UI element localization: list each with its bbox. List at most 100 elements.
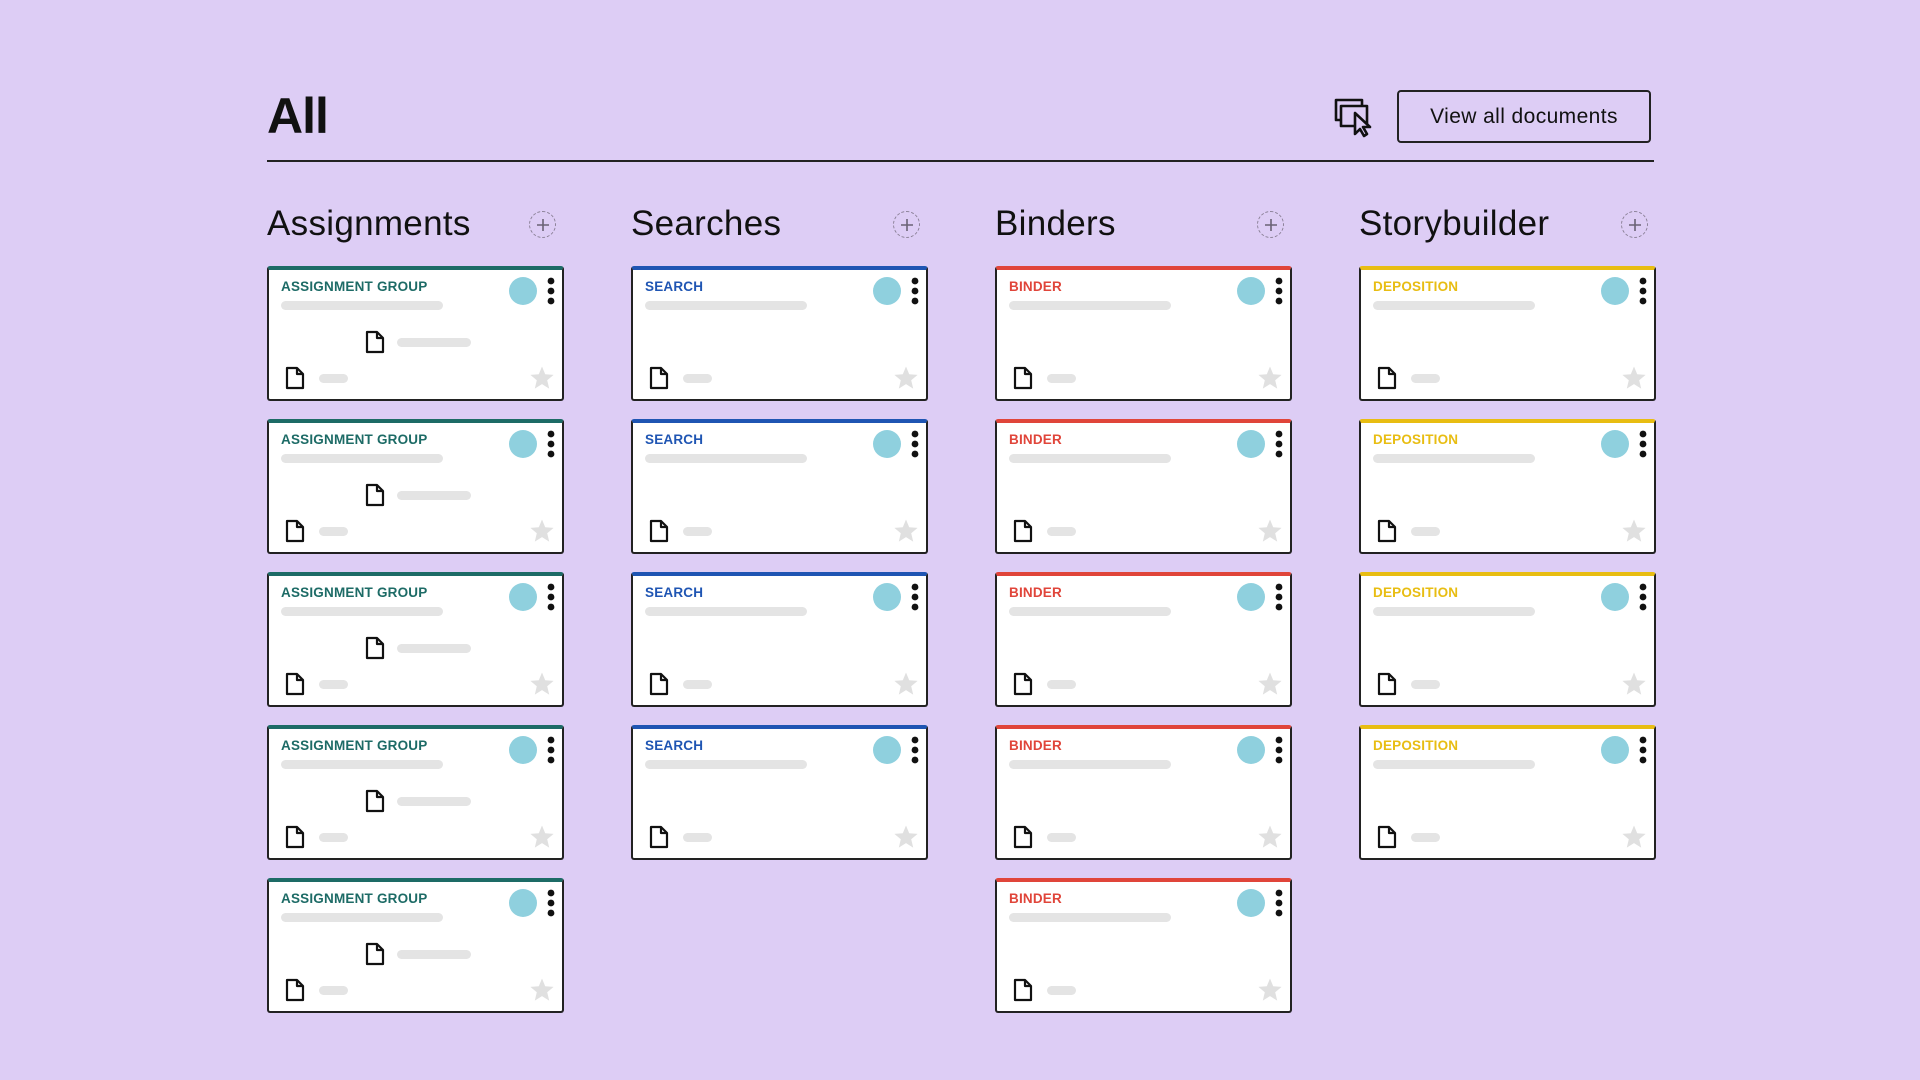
count-placeholder <box>319 833 348 842</box>
avatar <box>1237 430 1265 458</box>
more-vertical-icon[interactable] <box>909 277 921 307</box>
binders-card[interactable]: BINDER <box>995 572 1292 707</box>
more-vertical-icon[interactable] <box>909 736 921 766</box>
card-type-label: BINDER <box>1009 585 1062 600</box>
avatar <box>1601 430 1629 458</box>
add-storybuilder-button[interactable] <box>1621 211 1648 238</box>
star-icon[interactable] <box>1621 365 1647 391</box>
subtitle-placeholder <box>397 797 471 806</box>
assignments-card[interactable]: ASSIGNMENT GROUP <box>267 266 564 401</box>
title-placeholder <box>645 607 807 616</box>
present-to-screen-icon[interactable] <box>1333 96 1375 138</box>
title-placeholder <box>281 913 443 922</box>
card-type-label: DEPOSITION <box>1373 432 1459 447</box>
star-icon[interactable] <box>1621 824 1647 850</box>
view-all-documents-button[interactable]: View all documents <box>1397 90 1651 143</box>
column-title: Assignments <box>267 204 471 243</box>
title-placeholder <box>1009 913 1171 922</box>
card-type-label: BINDER <box>1009 279 1062 294</box>
count-placeholder <box>1411 833 1440 842</box>
document-icon <box>365 483 385 507</box>
card-type-label: ASSIGNMENT GROUP <box>281 432 428 447</box>
subtitle-placeholder <box>397 644 471 653</box>
star-icon[interactable] <box>529 365 555 391</box>
storybuilder-card[interactable]: DEPOSITION <box>1359 725 1656 860</box>
star-icon[interactable] <box>893 671 919 697</box>
star-icon[interactable] <box>1257 824 1283 850</box>
binders-card[interactable]: BINDER <box>995 266 1292 401</box>
star-icon[interactable] <box>529 824 555 850</box>
card-type-label: ASSIGNMENT GROUP <box>281 279 428 294</box>
assignments-card[interactable]: ASSIGNMENT GROUP <box>267 419 564 554</box>
more-vertical-icon[interactable] <box>545 736 557 766</box>
more-vertical-icon[interactable] <box>1637 583 1649 613</box>
searches-card[interactable]: SEARCH <box>631 572 928 707</box>
title-placeholder <box>281 301 443 310</box>
document-icon <box>285 978 305 1002</box>
more-vertical-icon[interactable] <box>1637 736 1649 766</box>
more-vertical-icon[interactable] <box>1637 430 1649 460</box>
more-vertical-icon[interactable] <box>545 277 557 307</box>
title-placeholder <box>1009 301 1171 310</box>
column-title: Storybuilder <box>1359 204 1550 243</box>
binders-card[interactable]: BINDER <box>995 725 1292 860</box>
column-searches: Searches SEARCH SEARCH SEARCH SEARCH <box>631 202 928 860</box>
avatar <box>509 736 537 764</box>
document-icon <box>285 672 305 696</box>
more-vertical-icon[interactable] <box>1637 277 1649 307</box>
count-placeholder <box>1047 374 1076 383</box>
more-vertical-icon[interactable] <box>1273 430 1285 460</box>
storybuilder-card[interactable]: DEPOSITION <box>1359 572 1656 707</box>
count-placeholder <box>1047 527 1076 536</box>
document-icon <box>1013 366 1033 390</box>
star-icon[interactable] <box>893 824 919 850</box>
avatar <box>1237 583 1265 611</box>
more-vertical-icon[interactable] <box>545 430 557 460</box>
star-icon[interactable] <box>1257 671 1283 697</box>
count-placeholder <box>1411 374 1440 383</box>
storybuilder-card[interactable]: DEPOSITION <box>1359 266 1656 401</box>
document-icon <box>1377 672 1397 696</box>
star-icon[interactable] <box>1257 365 1283 391</box>
star-icon[interactable] <box>1621 671 1647 697</box>
star-icon[interactable] <box>1621 518 1647 544</box>
assignments-card[interactable]: ASSIGNMENT GROUP <box>267 572 564 707</box>
binders-card[interactable]: BINDER <box>995 419 1292 554</box>
add-searches-button[interactable] <box>893 211 920 238</box>
card-type-label: ASSIGNMENT GROUP <box>281 738 428 753</box>
star-icon[interactable] <box>529 518 555 544</box>
avatar <box>1237 277 1265 305</box>
star-icon[interactable] <box>529 671 555 697</box>
title-placeholder <box>1373 301 1535 310</box>
more-vertical-icon[interactable] <box>1273 277 1285 307</box>
star-icon[interactable] <box>893 365 919 391</box>
count-placeholder <box>1047 833 1076 842</box>
document-icon <box>649 366 669 390</box>
assignments-card[interactable]: ASSIGNMENT GROUP <box>267 725 564 860</box>
star-icon[interactable] <box>529 977 555 1003</box>
column-title: Searches <box>631 204 782 243</box>
searches-card[interactable]: SEARCH <box>631 725 928 860</box>
avatar <box>1237 736 1265 764</box>
document-icon <box>1013 978 1033 1002</box>
more-vertical-icon[interactable] <box>545 889 557 919</box>
column-header: Storybuilder <box>1359 202 1656 246</box>
more-vertical-icon[interactable] <box>1273 583 1285 613</box>
more-vertical-icon[interactable] <box>1273 736 1285 766</box>
searches-card[interactable]: SEARCH <box>631 419 928 554</box>
more-vertical-icon[interactable] <box>909 583 921 613</box>
searches-card[interactable]: SEARCH <box>631 266 928 401</box>
more-vertical-icon[interactable] <box>1273 889 1285 919</box>
more-vertical-icon[interactable] <box>909 430 921 460</box>
count-placeholder <box>319 680 348 689</box>
add-assignments-button[interactable] <box>529 211 556 238</box>
star-icon[interactable] <box>1257 977 1283 1003</box>
star-icon[interactable] <box>893 518 919 544</box>
add-binders-button[interactable] <box>1257 211 1284 238</box>
more-vertical-icon[interactable] <box>545 583 557 613</box>
storybuilder-card[interactable]: DEPOSITION <box>1359 419 1656 554</box>
star-icon[interactable] <box>1257 518 1283 544</box>
add-circle-icon <box>1628 218 1641 231</box>
binders-card[interactable]: BINDER <box>995 878 1292 1013</box>
assignments-card[interactable]: ASSIGNMENT GROUP <box>267 878 564 1013</box>
